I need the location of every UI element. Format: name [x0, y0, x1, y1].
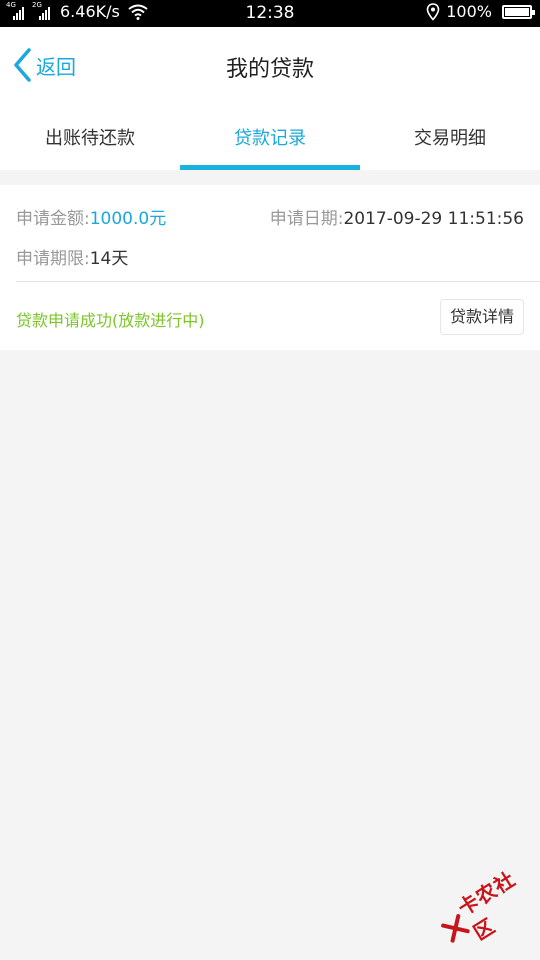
page-title: 我的贷款	[225, 57, 314, 82]
date-label: 申请日期:	[269, 209, 344, 229]
date-value: 2017-09-29 11:51:56	[343, 209, 524, 229]
loan-details-button[interactable]: 贷款详情	[440, 299, 524, 335]
loan-status-text: 贷款申请成功(放款进行中)	[16, 311, 205, 330]
card-divider	[16, 281, 540, 282]
amount-label: 申请金额:	[16, 209, 90, 229]
tab-transaction-details[interactable]: 交易明细	[360, 103, 540, 170]
tab-bar: 出账待还款 贷款记录 交易明细	[0, 103, 540, 170]
status-right: 100%	[426, 2, 535, 21]
battery-icon	[502, 5, 535, 19]
battery-percent: 100%	[446, 2, 492, 21]
record-row-amount-date: 申请金额:1000.0元 申请日期:2017-09-29 11:51:56	[16, 204, 524, 229]
nav-bar: 返回 我的贷款	[0, 27, 540, 103]
term-value: 14天	[89, 249, 129, 269]
status-bar: 4G 2G 6.46K/s 12:38 100%	[0, 0, 540, 27]
location-icon	[426, 3, 440, 21]
loan-record-card: 申请金额:1000.0元 申请日期:2017-09-29 11:51:56 申请…	[0, 185, 540, 350]
tab-loan-records[interactable]: 贷款记录	[180, 103, 360, 170]
watermark: 卡农社区	[427, 852, 540, 960]
term-label: 申请期限:	[16, 249, 90, 269]
amount-value: 1000.0元	[89, 209, 167, 229]
tab-pending-repayment[interactable]: 出账待还款	[0, 103, 180, 170]
date-group: 申请日期:2017-09-29 11:51:56	[270, 204, 524, 229]
record-row-term: 申请期限:14天	[16, 244, 128, 269]
